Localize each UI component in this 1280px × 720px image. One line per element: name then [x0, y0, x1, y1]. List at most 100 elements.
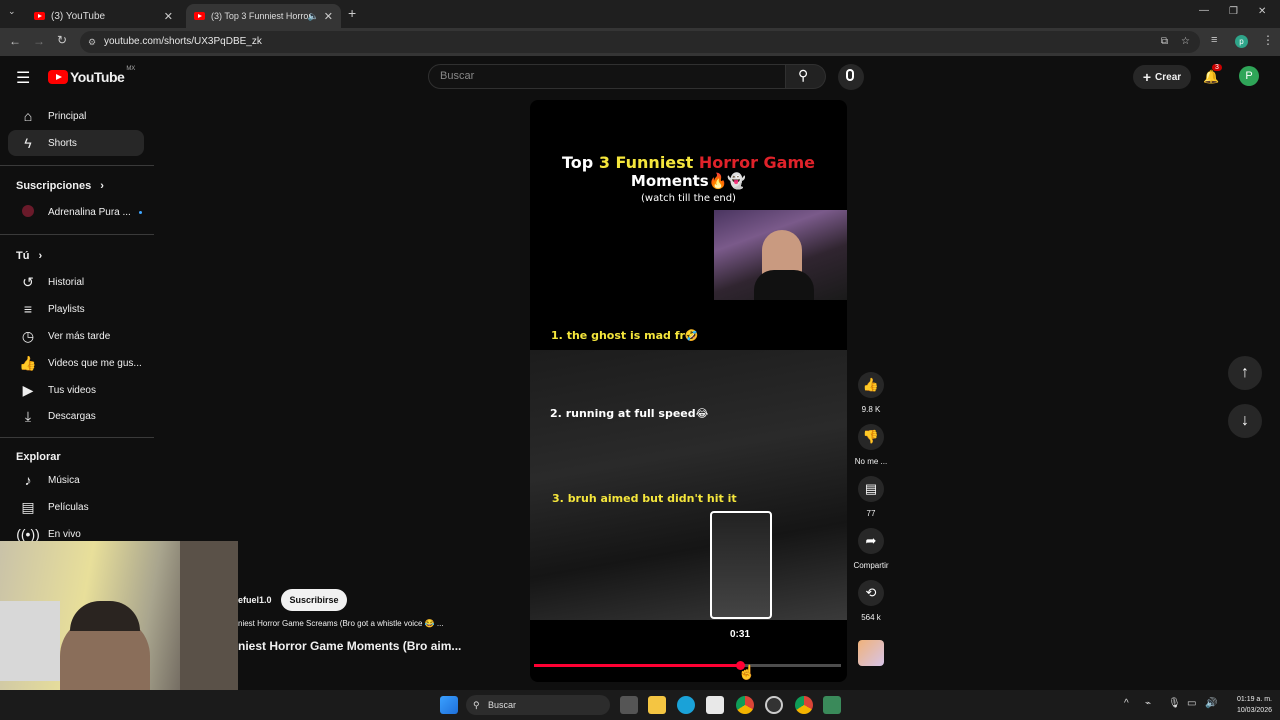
close-window-icon[interactable]: ✕ — [1258, 6, 1266, 17]
video-icon: ▶ — [22, 381, 34, 398]
comment-icon: ▤ — [864, 481, 878, 496]
media-control-icon[interactable]: ≡ — [1211, 34, 1217, 46]
thumbs-up-icon: 👍 — [862, 377, 880, 392]
mic-icon[interactable]: 🎙 — [1168, 698, 1181, 709]
hamburger-menu-icon[interactable]: ☰ — [16, 68, 30, 88]
share-label: Compartir — [853, 561, 889, 570]
youtube-favicon-icon — [194, 12, 205, 20]
volume-icon[interactable]: 🔊 — [1205, 698, 1217, 709]
close-tab-icon[interactable]: ✕ — [164, 10, 173, 23]
sidebar-item-movies[interactable]: ▤ Películas — [8, 494, 144, 520]
notifications-button[interactable]: 🔔 3 — [1203, 64, 1222, 84]
like-button[interactable]: 👍 — [858, 372, 884, 398]
site-info-icon[interactable]: ⚙ — [88, 31, 96, 53]
item-number: 1. — [551, 329, 563, 342]
sidebar-item-playlists[interactable]: ≡ Playlists — [8, 296, 144, 322]
search-input[interactable]: Buscar — [428, 64, 786, 89]
search-icon: ⚲ — [798, 67, 809, 83]
channel-avatar — [8, 204, 48, 220]
sidebar-item-label: Ver más tarde — [48, 330, 111, 342]
chrome-profile-icon[interactable] — [795, 696, 813, 714]
store-icon[interactable] — [706, 696, 724, 714]
search-button[interactable]: ⚲ — [786, 64, 826, 89]
sidebar-item-principal[interactable]: ⌂ Principal — [8, 103, 144, 129]
network-icon[interactable]: ⌁ — [1145, 698, 1151, 709]
tab-active-short[interactable]: (3) Top 3 Funniest Horror G 🔈 ✕ — [186, 4, 341, 28]
reload-icon[interactable]: ↻ — [57, 33, 67, 47]
video-title-line3: (watch till the end) — [641, 193, 736, 204]
next-short-button[interactable]: ↓ — [1228, 404, 1262, 438]
dislike-button[interactable]: 👎 — [858, 424, 884, 450]
browser-menu-icon[interactable]: ⋮ — [1262, 33, 1274, 47]
maximize-icon[interactable]: ❐ — [1229, 6, 1238, 17]
bookmark-star-icon[interactable]: ☆ — [1181, 31, 1190, 53]
tab-search-icon[interactable]: ⌄ — [8, 6, 16, 17]
obs-icon[interactable] — [765, 696, 783, 714]
shorts-video-player[interactable]: Top 3 Funniest Horror Game Moments🔥👻 (wa… — [530, 100, 847, 682]
profile-avatar[interactable]: p — [1235, 35, 1248, 48]
clock-icon: ◷ — [21, 327, 35, 344]
windows-start-icon[interactable] — [440, 696, 458, 714]
back-icon[interactable]: ← — [9, 34, 21, 48]
clock[interactable]: 01:19 a. m. 10/03/2026 — [1222, 694, 1272, 716]
sidebar-divider — [0, 234, 154, 235]
file-explorer-icon[interactable] — [648, 696, 666, 714]
account-avatar[interactable]: P — [1239, 66, 1259, 86]
taskbar-search[interactable]: ⚲ Buscar — [466, 695, 610, 715]
clock-time: 01:19 a. m. — [1236, 696, 1272, 703]
chrome-icon[interactable] — [736, 696, 754, 714]
you-header[interactable]: Tú › — [16, 250, 42, 262]
history-icon: ↺ — [22, 273, 34, 290]
sidebar-item-label: Descargas — [48, 410, 96, 422]
sidebar-item-label: Tus videos — [48, 384, 96, 396]
logo-text: YouTube — [70, 69, 125, 85]
tray-chevron-icon[interactable]: ^ — [1124, 698, 1129, 709]
create-button[interactable]: + Crear — [1133, 65, 1191, 89]
task-view-icon[interactable] — [620, 696, 638, 714]
sidebar-item-liked-videos[interactable]: 👍 Videos que me gus... — [8, 350, 144, 376]
sidebar-item-downloads[interactable]: ⤓ Descargas — [8, 403, 144, 429]
sound-thumbnail[interactable] — [858, 640, 884, 666]
forward-icon[interactable]: → — [33, 34, 45, 48]
display-icon[interactable]: ▭ — [1187, 698, 1196, 709]
subscribe-button[interactable]: Suscribirse — [281, 589, 347, 611]
tab-youtube[interactable]: (3) YouTube ✕ — [26, 4, 181, 28]
music-icon: ♪ — [24, 472, 32, 488]
install-icon[interactable]: ⧉ — [1161, 31, 1168, 53]
speaker-icon[interactable]: 🔈 — [308, 11, 319, 22]
subscriptions-header[interactable]: Suscripciones › — [16, 180, 104, 192]
progress-fill — [534, 664, 740, 667]
video-title-overlay: Top 3 Funniest Horror Game — [530, 153, 847, 172]
sidebar-item-label: Shorts — [48, 137, 77, 149]
playlist-icon: ≡ — [23, 301, 33, 317]
chevron-right-icon: › — [100, 180, 104, 192]
sidebar-item-historial[interactable]: ↺ Historial — [8, 269, 144, 295]
sidebar-item-your-videos[interactable]: ▶ Tus videos — [8, 377, 144, 403]
remix-count: 564 k — [861, 613, 881, 622]
share-icon: ➦ — [865, 533, 877, 548]
edge-icon[interactable] — [677, 696, 695, 714]
item-text: running at full speed😂 — [565, 407, 709, 420]
you-title: Tú — [16, 250, 30, 262]
app-icon[interactable] — [823, 696, 841, 714]
comments-button[interactable]: ▤ — [858, 476, 884, 502]
sidebar-item-shorts[interactable]: ϟ Shorts — [8, 130, 144, 156]
mouse-cursor-icon: ☝ — [738, 664, 756, 680]
address-bar[interactable]: ⚙ youtube.com/shorts/UX3PqDBE_zk ⧉ ☆ — [80, 31, 1200, 53]
sidebar-item-watch-later[interactable]: ◷ Ver más tarde — [8, 323, 144, 349]
close-tab-icon[interactable]: ✕ — [324, 10, 333, 23]
progress-bar[interactable] — [534, 661, 841, 670]
previous-short-button[interactable]: ↑ — [1228, 356, 1262, 390]
item-number: 3. — [552, 492, 564, 505]
channel-name[interactable]: efuel1.0 — [238, 595, 272, 605]
remix-button[interactable]: ⟲ — [858, 580, 884, 606]
sidebar-item-music[interactable]: ♪ Música — [8, 467, 144, 493]
streamer-webcam — [714, 210, 847, 300]
minimize-icon[interactable]: — — [1199, 5, 1209, 16]
subscription-item[interactable]: Adrenalina Pura ... — [8, 199, 144, 225]
voice-search-button[interactable] — [838, 64, 864, 90]
share-button[interactable]: ➦ — [858, 528, 884, 554]
sound-title[interactable]: niest Horror Game Screams (Bro got a whi… — [238, 619, 444, 628]
new-tab-button[interactable]: + — [348, 5, 356, 21]
youtube-logo[interactable]: YouTube MX — [48, 66, 135, 85]
